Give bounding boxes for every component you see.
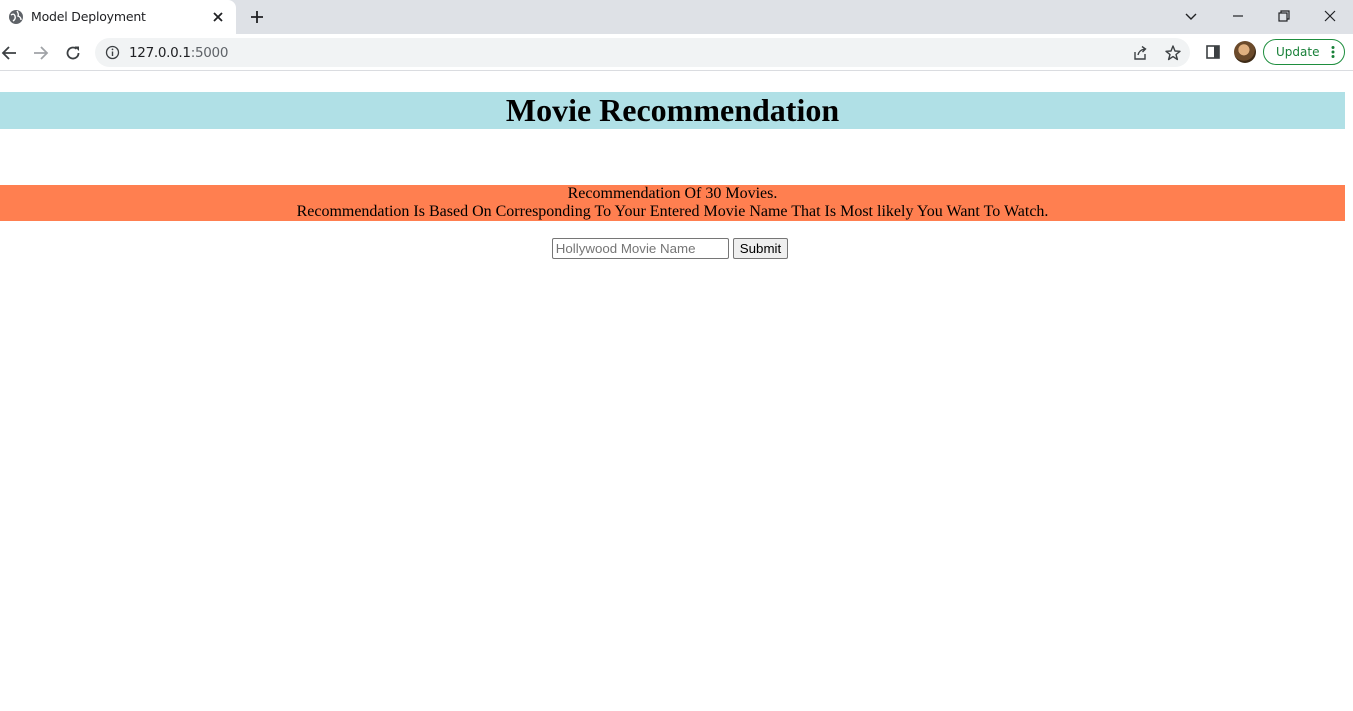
submit-button[interactable]: Submit <box>732 237 789 259</box>
chevron-down-icon[interactable] <box>1181 6 1201 26</box>
kebab-menu-icon <box>1331 46 1335 58</box>
recommendation-form: Submit <box>0 237 1340 259</box>
movie-name-input[interactable] <box>551 237 729 259</box>
url-port: :5000 <box>190 45 229 61</box>
url-text[interactable]: 127.0.0.1:5000 <box>129 45 228 61</box>
star-icon[interactable] <box>1164 44 1182 62</box>
address-bar[interactable]: 127.0.0.1:5000 <box>95 38 1190 67</box>
info-line-2: Recommendation Is Based On Corresponding… <box>296 203 1049 220</box>
info-line-1: Recommendation Of 30 Movies. <box>567 185 778 202</box>
restore-icon[interactable] <box>1274 6 1294 26</box>
plus-icon[interactable] <box>248 8 266 26</box>
tab-model-deployment[interactable]: Model Deployment <box>0 0 236 34</box>
avatar[interactable] <box>1234 41 1256 63</box>
browser-toolbar: 127.0.0.1:5000 Update <box>0 34 1353 71</box>
share-icon[interactable] <box>1131 44 1149 62</box>
globe-icon <box>9 10 23 24</box>
url-host: 127.0.0.1 <box>129 45 191 61</box>
forward-arrow-icon[interactable] <box>31 43 51 63</box>
side-panel-icon[interactable] <box>1204 43 1222 61</box>
title-banner: Movie Recommendation <box>0 92 1345 129</box>
tab-strip: Model Deployment <box>0 0 1353 34</box>
tab-title: Model Deployment <box>31 9 146 24</box>
update-button[interactable]: Update <box>1263 39 1345 65</box>
reload-icon[interactable] <box>63 43 83 63</box>
info-box: Recommendation Of 30 Movies. Recommendat… <box>0 185 1345 221</box>
minimize-icon[interactable] <box>1228 6 1248 26</box>
back-arrow-icon[interactable] <box>0 43 20 63</box>
info-icon[interactable] <box>105 45 120 60</box>
update-label: Update <box>1276 45 1320 59</box>
window-close-icon[interactable] <box>1320 6 1340 26</box>
page-content: Movie Recommendation Recommendation Of 3… <box>0 71 1353 711</box>
page-title: Movie Recommendation <box>505 92 840 128</box>
close-icon[interactable] <box>210 9 226 25</box>
